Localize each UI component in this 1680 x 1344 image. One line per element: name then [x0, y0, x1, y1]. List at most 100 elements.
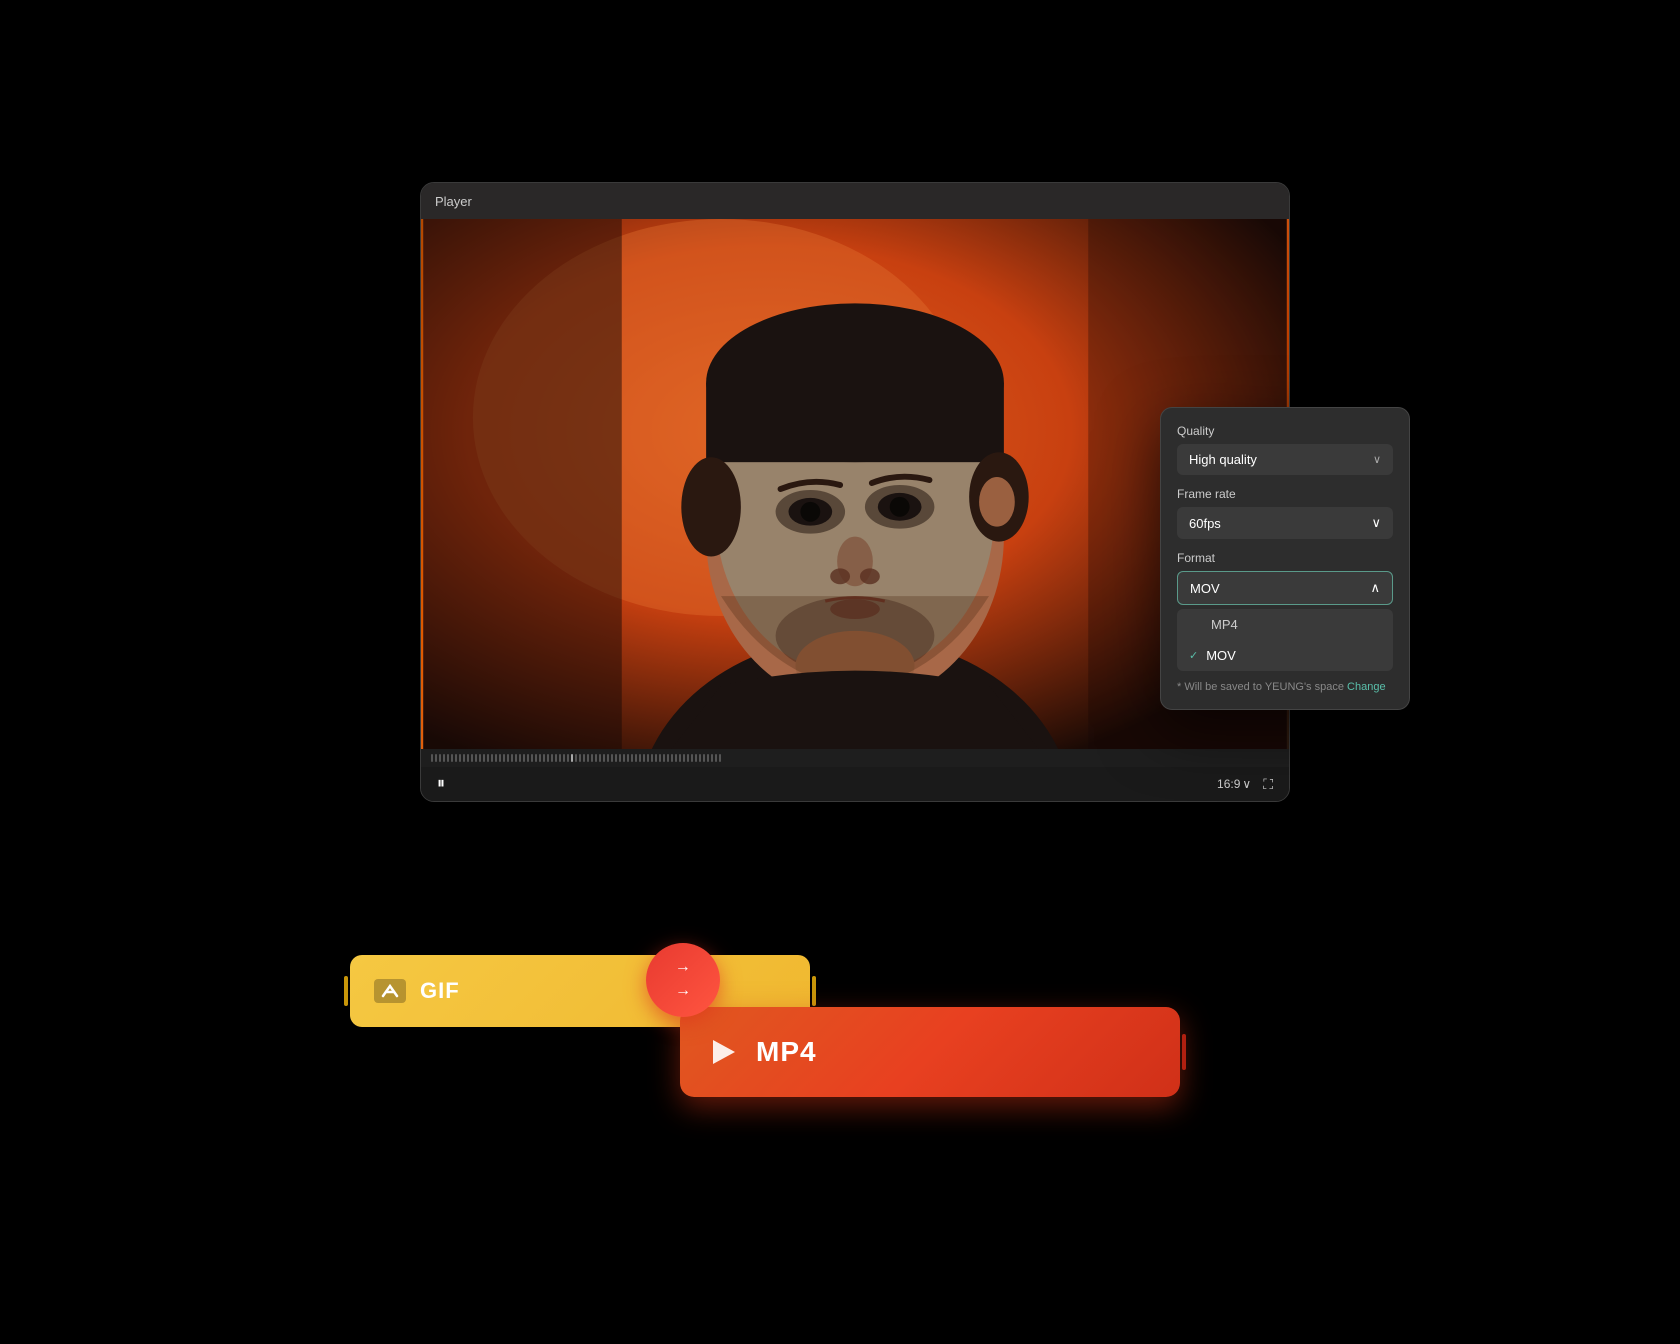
mp4-icon: [708, 1038, 740, 1066]
timeline-dot: [543, 754, 545, 762]
format-label: Format: [1177, 551, 1393, 565]
timeline-dot: [463, 754, 465, 762]
timeline-dot: [563, 754, 565, 762]
timeline-dot: [471, 754, 473, 762]
format-option-mov[interactable]: ✓ MOV: [1177, 640, 1393, 671]
timeline-dot: [711, 754, 713, 762]
format-dropdown[interactable]: MOV ∧: [1177, 571, 1393, 605]
timeline-dot: [607, 754, 609, 762]
timeline-dot: [707, 754, 709, 762]
player-title: Player: [435, 194, 472, 209]
timeline-dot: [491, 754, 493, 762]
mp4-right-indicator: [1182, 1034, 1186, 1070]
timeline-dot: [567, 754, 569, 762]
fullscreen-button[interactable]: ⛶: [1263, 776, 1273, 793]
timeline-dot: [679, 754, 681, 762]
player-video-area: [421, 219, 1289, 749]
timeline-dot: [651, 754, 653, 762]
mp4-option-label: MP4: [1211, 617, 1238, 632]
framerate-value: 60fps: [1189, 516, 1221, 531]
timeline-dot: [675, 754, 677, 762]
timeline-dot: [647, 754, 649, 762]
timeline-dot: [439, 754, 441, 762]
timeline-dot: [455, 754, 457, 762]
timeline-dot: [531, 754, 533, 762]
timeline-dot: [611, 754, 613, 762]
timeline-dot: [495, 754, 497, 762]
timeline-dot: [643, 754, 645, 762]
quality-value: High quality: [1189, 452, 1257, 467]
timeline-dot: [487, 754, 489, 762]
timeline-dot: [547, 754, 549, 762]
player-timeline[interactable]: [421, 749, 1289, 767]
play-pause-button[interactable]: ⏸: [437, 775, 445, 793]
timeline-dot: [615, 754, 617, 762]
timeline-dot: [475, 754, 477, 762]
player-titlebar: Player: [421, 183, 1289, 219]
quality-dropdown[interactable]: High quality ∨: [1177, 444, 1393, 475]
framerate-chevron-icon: ∨: [1371, 515, 1381, 531]
timeline-dot: [703, 754, 705, 762]
timeline-dot: [551, 754, 553, 762]
gif-icon-shape: [374, 979, 406, 1003]
timeline-dot: [667, 754, 669, 762]
timeline-dot: [503, 754, 505, 762]
timeline-dot: [687, 754, 689, 762]
timeline-dot: [519, 754, 521, 762]
timeline-dot: [483, 754, 485, 762]
aspect-ratio-selector[interactable]: 16:9 ∨: [1217, 777, 1251, 791]
timeline-dot: [539, 754, 541, 762]
mov-check-icon: ✓: [1189, 649, 1198, 662]
timeline-track: [431, 754, 1279, 762]
mp4-label: MP4: [756, 1036, 817, 1068]
timeline-dot: [627, 754, 629, 762]
timeline-dot: [695, 754, 697, 762]
timeline-dot: [479, 754, 481, 762]
format-option-mp4[interactable]: MP4: [1177, 609, 1393, 640]
swap-button[interactable]: ← →: [646, 943, 720, 1017]
quality-label: Quality: [1177, 424, 1393, 438]
timeline-dot: [435, 754, 437, 762]
timeline-dot: [595, 754, 597, 762]
timeline-dot: [443, 754, 445, 762]
timeline-dot: [715, 754, 717, 762]
gif-label: GIF: [420, 978, 460, 1004]
timeline-dot: [431, 754, 433, 762]
quality-card: Quality High quality ∨ Frame rate 60fps …: [1160, 407, 1410, 710]
scene: Player: [290, 122, 1390, 1222]
timeline-dot: [631, 754, 633, 762]
timeline-dot: [659, 754, 661, 762]
timeline-dot: [691, 754, 693, 762]
gif-icon: [374, 978, 406, 1004]
timeline-dot: [459, 754, 461, 762]
timeline-dot: [599, 754, 601, 762]
change-link[interactable]: Change: [1347, 681, 1386, 693]
timeline-dot: [535, 754, 537, 762]
portrait-image: [421, 219, 1289, 749]
quality-chevron-icon: ∨: [1373, 453, 1381, 466]
gif-left-indicator: [344, 976, 348, 1006]
format-chevron-icon: ∧: [1370, 580, 1380, 596]
timeline-dot: [499, 754, 501, 762]
save-note-text: * Will be saved to YEUNG's space: [1177, 681, 1344, 693]
timeline-dot: [583, 754, 585, 762]
format-options-list: MP4 ✓ MOV: [1177, 609, 1393, 671]
framerate-dropdown[interactable]: 60fps ∨: [1177, 507, 1393, 539]
save-note: * Will be saved to YEUNG's space Change: [1177, 681, 1393, 693]
framerate-label: Frame rate: [1177, 487, 1393, 501]
timeline-dot: [527, 754, 529, 762]
timeline-dot: [619, 754, 621, 762]
timeline-dot: [719, 754, 721, 762]
gif-right-indicator: [812, 976, 816, 1006]
swap-right-arrow-icon: →: [675, 982, 691, 1000]
timeline-dot: [555, 754, 557, 762]
timeline-dot-active: [571, 754, 573, 762]
swap-left-arrow-icon: ←: [675, 961, 691, 979]
timeline-dot: [451, 754, 453, 762]
timeline-dot: [515, 754, 517, 762]
timeline-dot: [523, 754, 525, 762]
timeline-dot: [591, 754, 593, 762]
timeline-dot: [603, 754, 605, 762]
mp4-button[interactable]: MP4: [680, 1007, 1180, 1097]
timeline-dot: [447, 754, 449, 762]
